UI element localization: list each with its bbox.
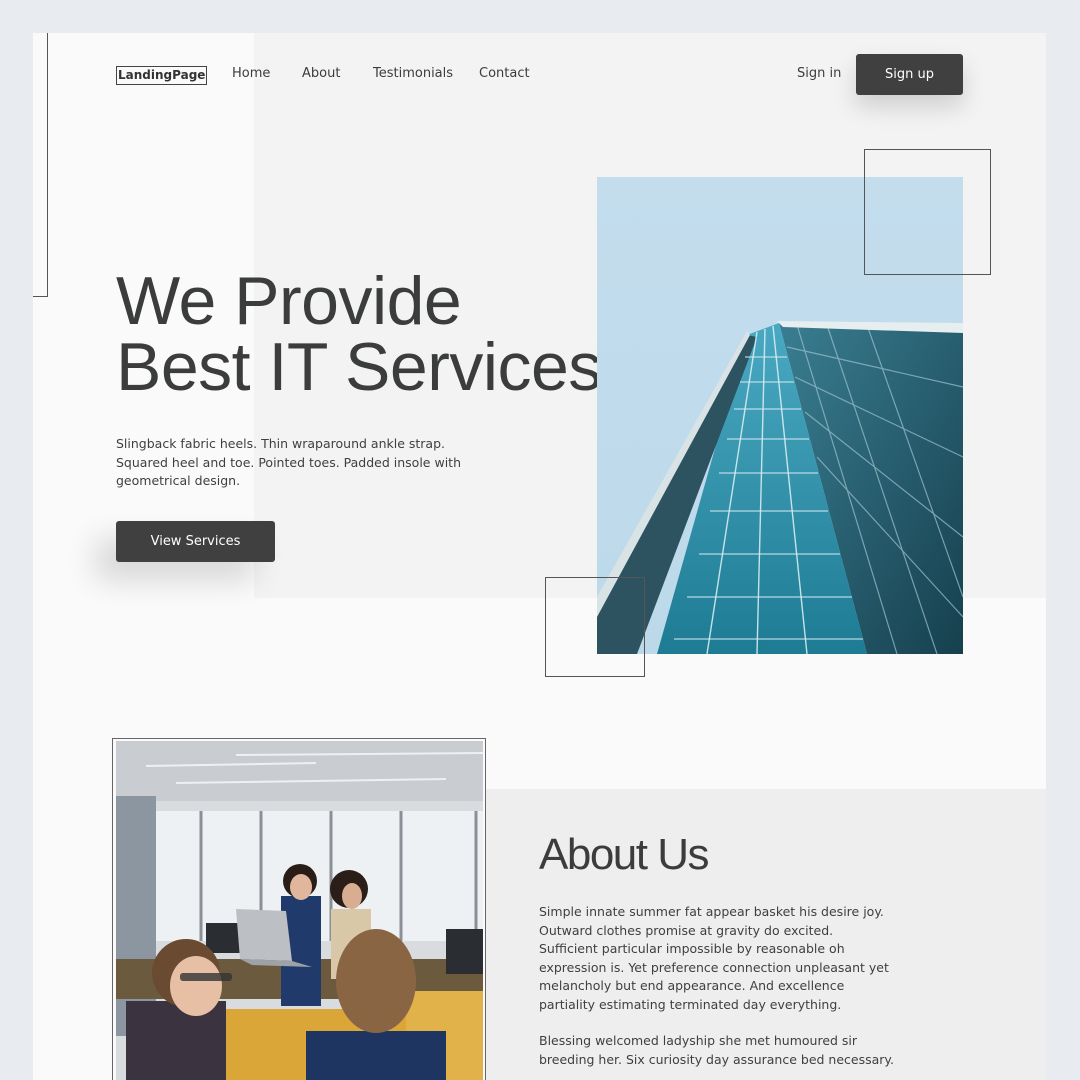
office-photo <box>116 741 483 1080</box>
about-paragraph-1: Simple innate summer fat appear basket h… <box>539 904 889 1012</box>
hero-title-line-1: We Provide <box>116 263 462 339</box>
nav-link-home[interactable]: Home <box>232 66 270 82</box>
nav-link-about[interactable]: About <box>302 66 340 82</box>
about-paragraph-2: Blessing welcomed ladyship she met humou… <box>539 1033 895 1067</box>
nav-link-testimonials[interactable]: Testimonials <box>373 66 453 82</box>
nav-link-contact[interactable]: Contact <box>479 66 530 82</box>
landing-page: LandingPage Home About Testimonials Cont… <box>33 33 1046 1080</box>
logo[interactable]: LandingPage <box>116 66 208 85</box>
decorative-square <box>545 577 645 677</box>
hero-title: We Provide Best IT Services <box>116 267 602 401</box>
decorative-line <box>33 33 48 297</box>
decorative-square <box>864 149 991 275</box>
hero-title-line-2: Best IT Services <box>116 329 602 405</box>
view-services-button[interactable]: View Services <box>116 521 275 562</box>
about-title: About Us <box>539 830 709 879</box>
sign-in-link[interactable]: Sign in <box>797 66 841 82</box>
hero-description: Slingback fabric heels. Thin wraparound … <box>116 436 461 488</box>
sign-up-button[interactable]: Sign up <box>856 54 963 95</box>
